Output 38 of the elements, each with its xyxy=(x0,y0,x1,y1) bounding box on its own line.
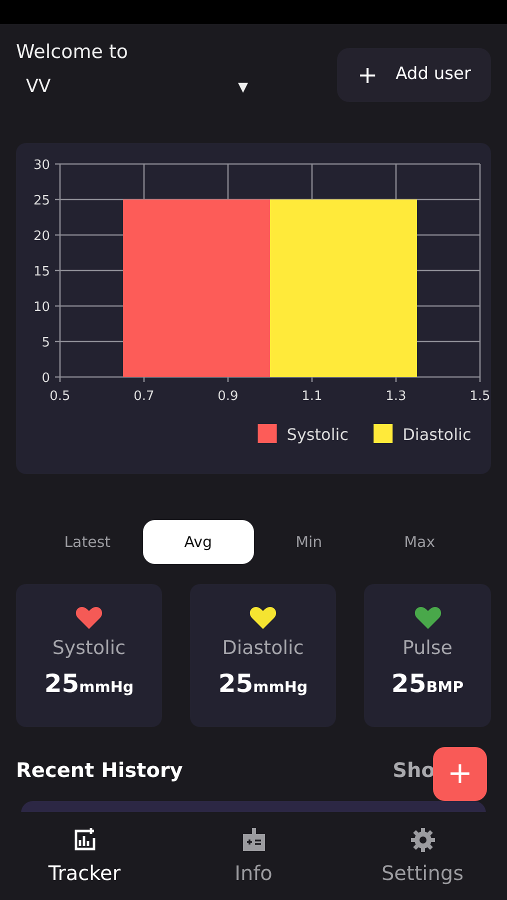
legend-label: Diastolic xyxy=(402,425,472,444)
greeting-text: Welcome to xyxy=(16,40,130,65)
add-user-button[interactable]: + Add user xyxy=(337,48,491,102)
y-tick-label: 0 xyxy=(42,371,50,386)
nav-tab[interactable]: Info xyxy=(169,812,338,900)
legend-label: Systolic xyxy=(286,425,349,444)
x-tick-label: 1.1 xyxy=(302,389,322,404)
nav-tab[interactable]: Tracker xyxy=(0,812,169,900)
unit-label: mmHg xyxy=(79,676,134,698)
y-tick-label: 20 xyxy=(33,229,50,244)
segment-tab[interactable]: Max xyxy=(364,520,475,564)
stat-value: 25 xyxy=(218,670,254,696)
y-tick-label: 30 xyxy=(33,158,50,173)
unit-label: mmHg xyxy=(253,676,308,698)
section-title: Recent History xyxy=(16,757,183,784)
stat-label: Systolic xyxy=(52,636,126,661)
x-tick-label: 0.5 xyxy=(50,389,70,404)
x-tick-label: 0.9 xyxy=(218,389,238,404)
segment-tab[interactable]: Latest xyxy=(32,520,143,564)
y-tick-label: 10 xyxy=(33,300,50,315)
x-tick-label: 0.7 xyxy=(134,389,154,404)
stat-label: Pulse xyxy=(402,636,453,661)
add-fab-button[interactable]: + xyxy=(433,747,487,801)
segment-tab[interactable]: Min xyxy=(254,520,364,564)
unit-label: BMP xyxy=(426,676,464,698)
nav-tab[interactable]: Settings xyxy=(338,812,507,900)
stat-value: 25 xyxy=(44,670,80,696)
y-tick-label: 25 xyxy=(33,194,50,208)
y-tick-label: 5 xyxy=(42,336,50,350)
stat-label: Diastolic xyxy=(222,636,304,661)
segment-tab[interactable]: Avg xyxy=(142,520,254,564)
user-dropdown[interactable]: VV ▾ xyxy=(16,66,248,100)
stat-value: 25 xyxy=(391,670,426,696)
show-all-link[interactable]: Sho xyxy=(392,755,435,785)
x-tick-label: 1.5 xyxy=(470,389,490,404)
x-tick-label: 1.3 xyxy=(386,389,406,404)
settings-icon xyxy=(408,826,436,854)
y-tick-label: 15 xyxy=(33,264,50,280)
